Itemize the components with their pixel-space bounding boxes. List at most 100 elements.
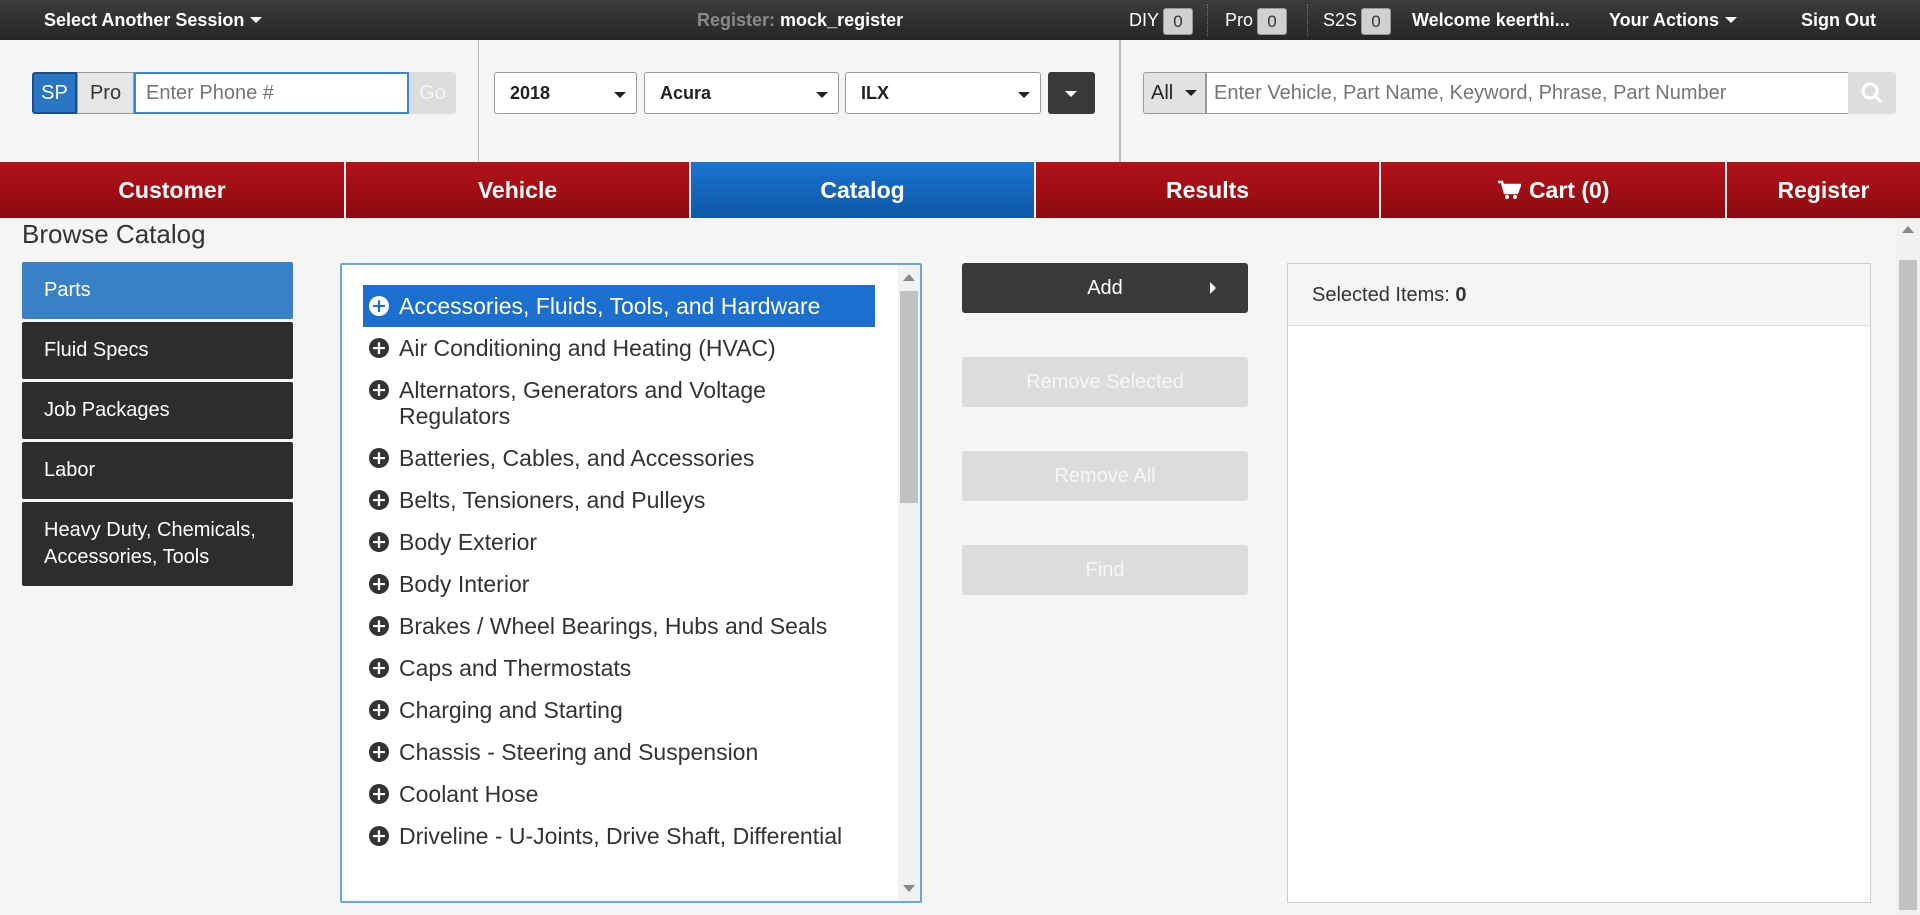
make-select[interactable]: Acura [644, 72, 839, 114]
chevron-down-icon [1725, 16, 1738, 23]
search-header: SP Pro Go 2018 Acura ILX All [0, 40, 1920, 162]
select-session-label: Select Another Session [44, 10, 245, 30]
catalog-sidebar: Parts Fluid Specs Job Packages Labor Hea… [22, 262, 293, 589]
register-indicator: Register: mock_register [697, 0, 903, 40]
list-item[interactable]: + Caps and Thermostats [363, 647, 875, 689]
plus-circle-icon: + [369, 490, 389, 510]
list-item[interactable]: + Accessories, Fluids, Tools, and Hardwar… [363, 285, 875, 327]
selected-items-panel: Selected Items: 0 [1287, 263, 1871, 903]
pro-counter-value: 0 [1257, 7, 1288, 35]
plus-circle-icon: + [369, 448, 389, 468]
category-label: Body Interior [399, 571, 530, 597]
chevron-down-icon [250, 16, 263, 23]
cart-label: Cart (0) [1528, 177, 1610, 203]
search-scope-value: All [1151, 82, 1174, 104]
divider [1307, 4, 1308, 36]
search-icon [1861, 82, 1883, 104]
chevron-down-icon [1065, 91, 1077, 97]
category-list: + Accessories, Fluids, Tools, and Hardwar… [340, 263, 922, 903]
plus-circle-icon: + [369, 700, 389, 720]
plus-circle-icon: + [369, 742, 389, 762]
search-input[interactable] [1206, 72, 1849, 114]
phone-input[interactable] [134, 72, 409, 114]
customer-lookup-section: SP Pro Go [0, 40, 479, 162]
tab-register[interactable]: Register [1727, 162, 1920, 218]
pro-toggle-button[interactable]: Pro [77, 72, 134, 114]
chevron-right-icon [1210, 282, 1216, 294]
category-label: Brakes / Wheel Bearings, Hubs and Seals [399, 613, 828, 639]
sign-out-link[interactable]: Sign Out [1801, 0, 1876, 40]
list-item[interactable]: + Coolant Hose [363, 773, 875, 815]
diy-counter-value: 0 [1163, 7, 1194, 35]
chevron-down-icon [816, 92, 828, 98]
category-label: Batteries, Cables, and Accessories [399, 445, 755, 471]
list-item[interactable]: + Belts, Tensioners, and Pulleys [363, 479, 875, 521]
category-list-scrollbar[interactable] [898, 265, 920, 901]
scrollbar-thumb[interactable] [900, 291, 918, 503]
category-label: Chassis - Steering and Suspension [399, 739, 759, 765]
sidebar-item-labor[interactable]: Labor [22, 442, 293, 499]
sidebar-item-parts[interactable]: Parts [22, 262, 293, 319]
go-button[interactable]: Go [409, 72, 456, 114]
pro-counter-label: Pro [1225, 10, 1254, 30]
list-item[interactable]: + Brakes / Wheel Bearings, Hubs and Seals [363, 605, 875, 647]
sp-toggle-button[interactable]: SP [32, 72, 77, 114]
list-item[interactable]: + Batteries, Cables, and Accessories [363, 437, 875, 479]
register-label: Register: [697, 10, 776, 30]
year-select[interactable]: 2018 [494, 72, 637, 114]
tab-vehicle[interactable]: Vehicle [346, 162, 691, 218]
main-nav: Customer Vehicle Catalog Results Cart (0… [0, 162, 1920, 218]
search-button[interactable] [1848, 72, 1896, 114]
list-item[interactable]: + Alternators, Generators and Voltage Reg… [363, 369, 875, 437]
year-value: 2018 [510, 83, 551, 103]
plus-circle-icon: + [369, 616, 389, 636]
plus-circle-icon: + [369, 826, 389, 846]
s2s-counter-label: S2S [1323, 10, 1358, 30]
sidebar-item-job-packages[interactable]: Job Packages [22, 382, 293, 439]
plus-circle-icon: + [369, 784, 389, 804]
category-label: Caps and Thermostats [399, 655, 632, 681]
plus-circle-icon: + [369, 338, 389, 358]
list-item[interactable]: + Charging and Starting [363, 689, 875, 731]
vehicle-more-dropdown[interactable] [1048, 72, 1095, 114]
divider [1207, 4, 1208, 36]
list-item[interactable]: + Chassis - Steering and Suspension [363, 731, 875, 773]
model-value: ILX [861, 83, 890, 103]
scroll-up-arrow-icon[interactable] [1902, 226, 1914, 233]
chevron-down-icon [1018, 92, 1030, 98]
category-label: Air Conditioning and Heating (HVAC) [399, 335, 776, 361]
cart-icon [1497, 180, 1522, 199]
model-select[interactable]: ILX [845, 72, 1041, 114]
scrollbar-thumb[interactable] [1899, 260, 1917, 910]
your-actions-menu[interactable]: Your Actions [1609, 0, 1738, 40]
sidebar-item-heavy-duty[interactable]: Heavy Duty, Chemicals, Accessories, Tool… [22, 502, 293, 586]
diy-counter: DIY 0 [1129, 0, 1194, 40]
pro-counter: Pro 0 [1225, 0, 1288, 40]
tab-customer[interactable]: Customer [0, 162, 346, 218]
select-session-menu[interactable]: Select Another Session [44, 0, 263, 40]
list-item[interactable]: + Air Conditioning and Heating (HVAC) [363, 327, 875, 369]
scroll-down-arrow-icon[interactable] [903, 885, 915, 892]
list-item[interactable]: + Body Interior [363, 563, 875, 605]
remove-selected-button[interactable]: Remove Selected [962, 357, 1248, 407]
register-value: mock_register [780, 10, 904, 30]
tab-catalog[interactable]: Catalog [691, 162, 1036, 218]
remove-all-button[interactable]: Remove All [962, 451, 1248, 501]
search-scope-select[interactable]: All [1143, 72, 1206, 114]
sidebar-item-fluid-specs[interactable]: Fluid Specs [22, 322, 293, 379]
s2s-counter: S2S 0 [1323, 0, 1392, 40]
tab-results[interactable]: Results [1036, 162, 1381, 218]
add-button[interactable]: Add [962, 263, 1248, 313]
chevron-down-icon [1185, 90, 1197, 96]
tab-cart[interactable]: Cart (0) [1381, 162, 1727, 218]
selected-items-label: Selected Items: [1312, 284, 1450, 306]
scroll-up-arrow-icon[interactable] [903, 274, 915, 281]
find-button[interactable]: Find [962, 545, 1248, 595]
plus-circle-icon: + [369, 658, 389, 678]
list-item[interactable]: + Driveline - U-Joints, Drive Shaft, Diff… [363, 815, 875, 857]
page-scrollbar[interactable] [1896, 218, 1920, 915]
list-item[interactable]: + Body Exterior [363, 521, 875, 563]
plus-circle-icon: + [369, 532, 389, 552]
category-items: + Accessories, Fluids, Tools, and Hardwar… [363, 285, 875, 857]
vehicle-select-section: 2018 Acura ILX [479, 40, 1120, 162]
